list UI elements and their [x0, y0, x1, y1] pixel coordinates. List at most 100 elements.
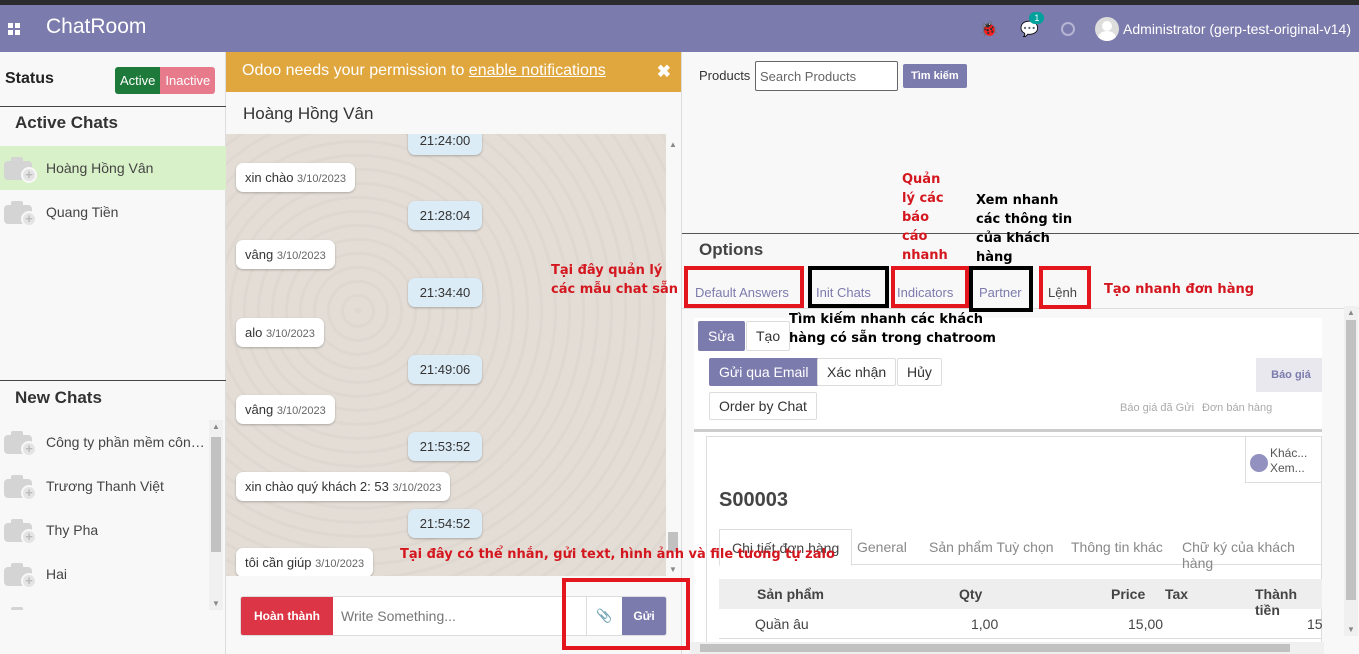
options-title: Options: [699, 240, 764, 259]
new-chats-scrollbar[interactable]: ▲ ▼: [209, 420, 223, 610]
stage-quotation-sent[interactable]: Báo giá đã Gửi: [1120, 402, 1194, 414]
annotation-box-indicators: [891, 266, 969, 308]
order-number: S00003: [719, 489, 788, 511]
close-icon[interactable]: ✖: [657, 62, 671, 82]
contact-avatar-icon: +: [4, 518, 38, 545]
notification-text: Odoo needs your permission to: [242, 62, 469, 79]
horizontal-scrollbar[interactable]: [690, 642, 1324, 654]
message-outgoing: 21:53:52: [408, 432, 482, 461]
contact-name: Trương Thanh Việt: [46, 478, 164, 494]
message-incoming: tôi cần giúp 3/10/2023: [236, 548, 374, 576]
chat-sidebar: Status Active Inactive Active Chats + Ho…: [0, 52, 226, 654]
edit-button[interactable]: Sửa: [698, 321, 745, 351]
divider: [0, 106, 226, 107]
create-button[interactable]: Tạo: [746, 321, 791, 351]
message-outgoing: 21:49:06: [408, 355, 482, 384]
message-outgoing: 21:28:04: [408, 201, 482, 230]
active-chat-item[interactable]: + Quang Tiền: [0, 190, 226, 234]
finish-chat-button[interactable]: Hoàn thành: [241, 597, 333, 635]
notification-banner: Odoo needs your permission to enable not…: [226, 52, 681, 92]
tab-optional-products[interactable]: Sản phẩm Tuỳ chọn: [929, 539, 1054, 555]
annotation-templates: Tại đây quản lý các mẫu chat sẵn: [551, 263, 679, 297]
annotation-indicators: Quản lý các báo cáo nhanh: [902, 172, 948, 263]
status-inactive-button[interactable]: Inactive: [160, 67, 216, 94]
new-chat-item[interactable]: + ...ỗ: [0, 596, 226, 610]
contact-name: Thy Pha: [46, 522, 99, 538]
stage-sales-order[interactable]: Đơn bán hàng: [1202, 402, 1272, 414]
message-outgoing: 21:34:40: [408, 278, 482, 307]
col-product[interactable]: Sản phẩm: [757, 586, 824, 602]
cancel-button[interactable]: Hủy: [897, 358, 942, 386]
message-incoming: vâng 3/10/2023: [236, 395, 335, 424]
message-outgoing: 21:24:00: [408, 134, 482, 155]
annotation-composer: Tại đây có thể nhắn, gửi text, hình ảnh …: [400, 547, 835, 562]
contact-name: Công ty phần mềm công...: [46, 434, 206, 450]
status-toggle: Active Inactive: [115, 67, 216, 94]
message-incoming: alo 3/10/2023: [236, 318, 324, 347]
contact-avatar-icon: +: [4, 430, 38, 457]
new-chat-item[interactable]: + Thy Pha: [0, 508, 226, 552]
order-lines-table: Sản phẩm Qty Price Tax Thành tiền Quần â…: [719, 579, 1322, 639]
products-label: Products: [699, 68, 751, 83]
messages-badge: 1: [1029, 11, 1045, 24]
apps-grid-icon[interactable]: [8, 23, 20, 35]
chat-contact-name: Hoàng Hồng Vân: [226, 92, 681, 134]
contact-avatar-icon: +: [4, 474, 38, 501]
search-products-button[interactable]: Tìm kiếm: [903, 64, 967, 88]
table-header: Sản phẩm Qty Price Tax Thành tiền: [719, 579, 1322, 618]
confirm-button[interactable]: Xác nhận: [817, 358, 897, 386]
table-row[interactable]: Quần âu 1,00 15,00 15: [719, 609, 1322, 639]
smart-button[interactable]: Khác... Xem...: [1245, 437, 1321, 483]
new-chat-item[interactable]: + Trương Thanh Việt: [0, 464, 226, 508]
messages-scrollbar[interactable]: ▲ ▼: [666, 134, 680, 576]
message-incoming: xin chào quý khách 2: 53 3/10/2023: [236, 472, 451, 501]
status-active-button[interactable]: Active: [115, 67, 161, 94]
annotation-init-chats: Tìm kiếm nhanh các khách hàng có sẵn tro…: [789, 312, 996, 346]
new-chats-title: New Chats: [15, 388, 102, 407]
new-chats-list: + Công ty phần mềm công... + Trương Than…: [0, 420, 226, 610]
messages-area: 21:24:00 xin chào 3/10/2023 21:28:04 vân…: [226, 134, 666, 576]
col-price[interactable]: Price: [1111, 586, 1145, 602]
top-navbar: ChatRoom 🐞 💬 1 Administrator (gerp-test-o…: [0, 5, 1359, 52]
col-qty[interactable]: Qty: [959, 586, 982, 602]
globe-icon: [1250, 454, 1268, 472]
contact-avatar-icon: +: [4, 606, 38, 610]
sale-order-form: Sửa Tạo Gửi qua Email Xác nhận Hủy Báo g…: [694, 318, 1322, 654]
avatar[interactable]: [1095, 16, 1120, 41]
bug-icon[interactable]: 🐞: [980, 20, 999, 38]
new-chat-item[interactable]: + Hai: [0, 552, 226, 596]
message-input[interactable]: [333, 597, 586, 635]
contact-avatar-icon: +: [4, 156, 38, 183]
annotation-box-order: [1039, 266, 1091, 309]
annotation-box-partner: [969, 266, 1033, 312]
message-incoming: xin chào 3/10/2023: [236, 163, 355, 192]
panel-scrollbar[interactable]: ▲ ▼: [1344, 306, 1358, 636]
col-tax[interactable]: Tax: [1165, 586, 1188, 602]
send-by-email-button[interactable]: Gửi qua Email: [709, 358, 819, 386]
tab-other-info[interactable]: Thông tin khác: [1071, 539, 1163, 555]
divider: [0, 380, 226, 381]
contact-name: Hai: [46, 566, 68, 582]
contact-name: Hoàng Hồng Vân: [46, 160, 154, 176]
stage-current[interactable]: Báo giá: [1256, 358, 1322, 392]
annotation-box-init-chats: [808, 266, 889, 308]
annotation-order: Tạo nhanh đơn hàng: [1104, 282, 1255, 297]
tab-general[interactable]: General: [857, 539, 907, 555]
active-chats-title: Active Chats: [15, 113, 118, 132]
clock-icon[interactable]: [1061, 21, 1076, 36]
user-menu[interactable]: Administrator (gerp-test-original-v14): [1123, 21, 1351, 37]
contact-avatar-icon: +: [4, 562, 38, 589]
annotation-box-default-answers: [684, 266, 804, 308]
tab-customer-signature[interactable]: Chữ ký của khách hàng: [1182, 539, 1322, 571]
chat-bubbles-icon[interactable]: 💬 1: [1020, 11, 1045, 38]
enable-notifications-link[interactable]: enable notifications: [469, 62, 606, 79]
contact-avatar-icon: +: [4, 200, 38, 227]
contact-name: Quang Tiền: [46, 204, 119, 220]
active-chat-item[interactable]: + Hoàng Hồng Vân: [0, 146, 226, 190]
new-chat-item[interactable]: + Công ty phần mềm công...: [0, 420, 226, 464]
search-products-input[interactable]: [755, 61, 898, 91]
status-label: Status: [5, 70, 54, 87]
message-outgoing: 21:54:52: [408, 509, 482, 538]
app-title: ChatRoom: [46, 15, 147, 38]
annotation-partner: Xem nhanh các thông tin của khách hàng: [976, 193, 1073, 265]
